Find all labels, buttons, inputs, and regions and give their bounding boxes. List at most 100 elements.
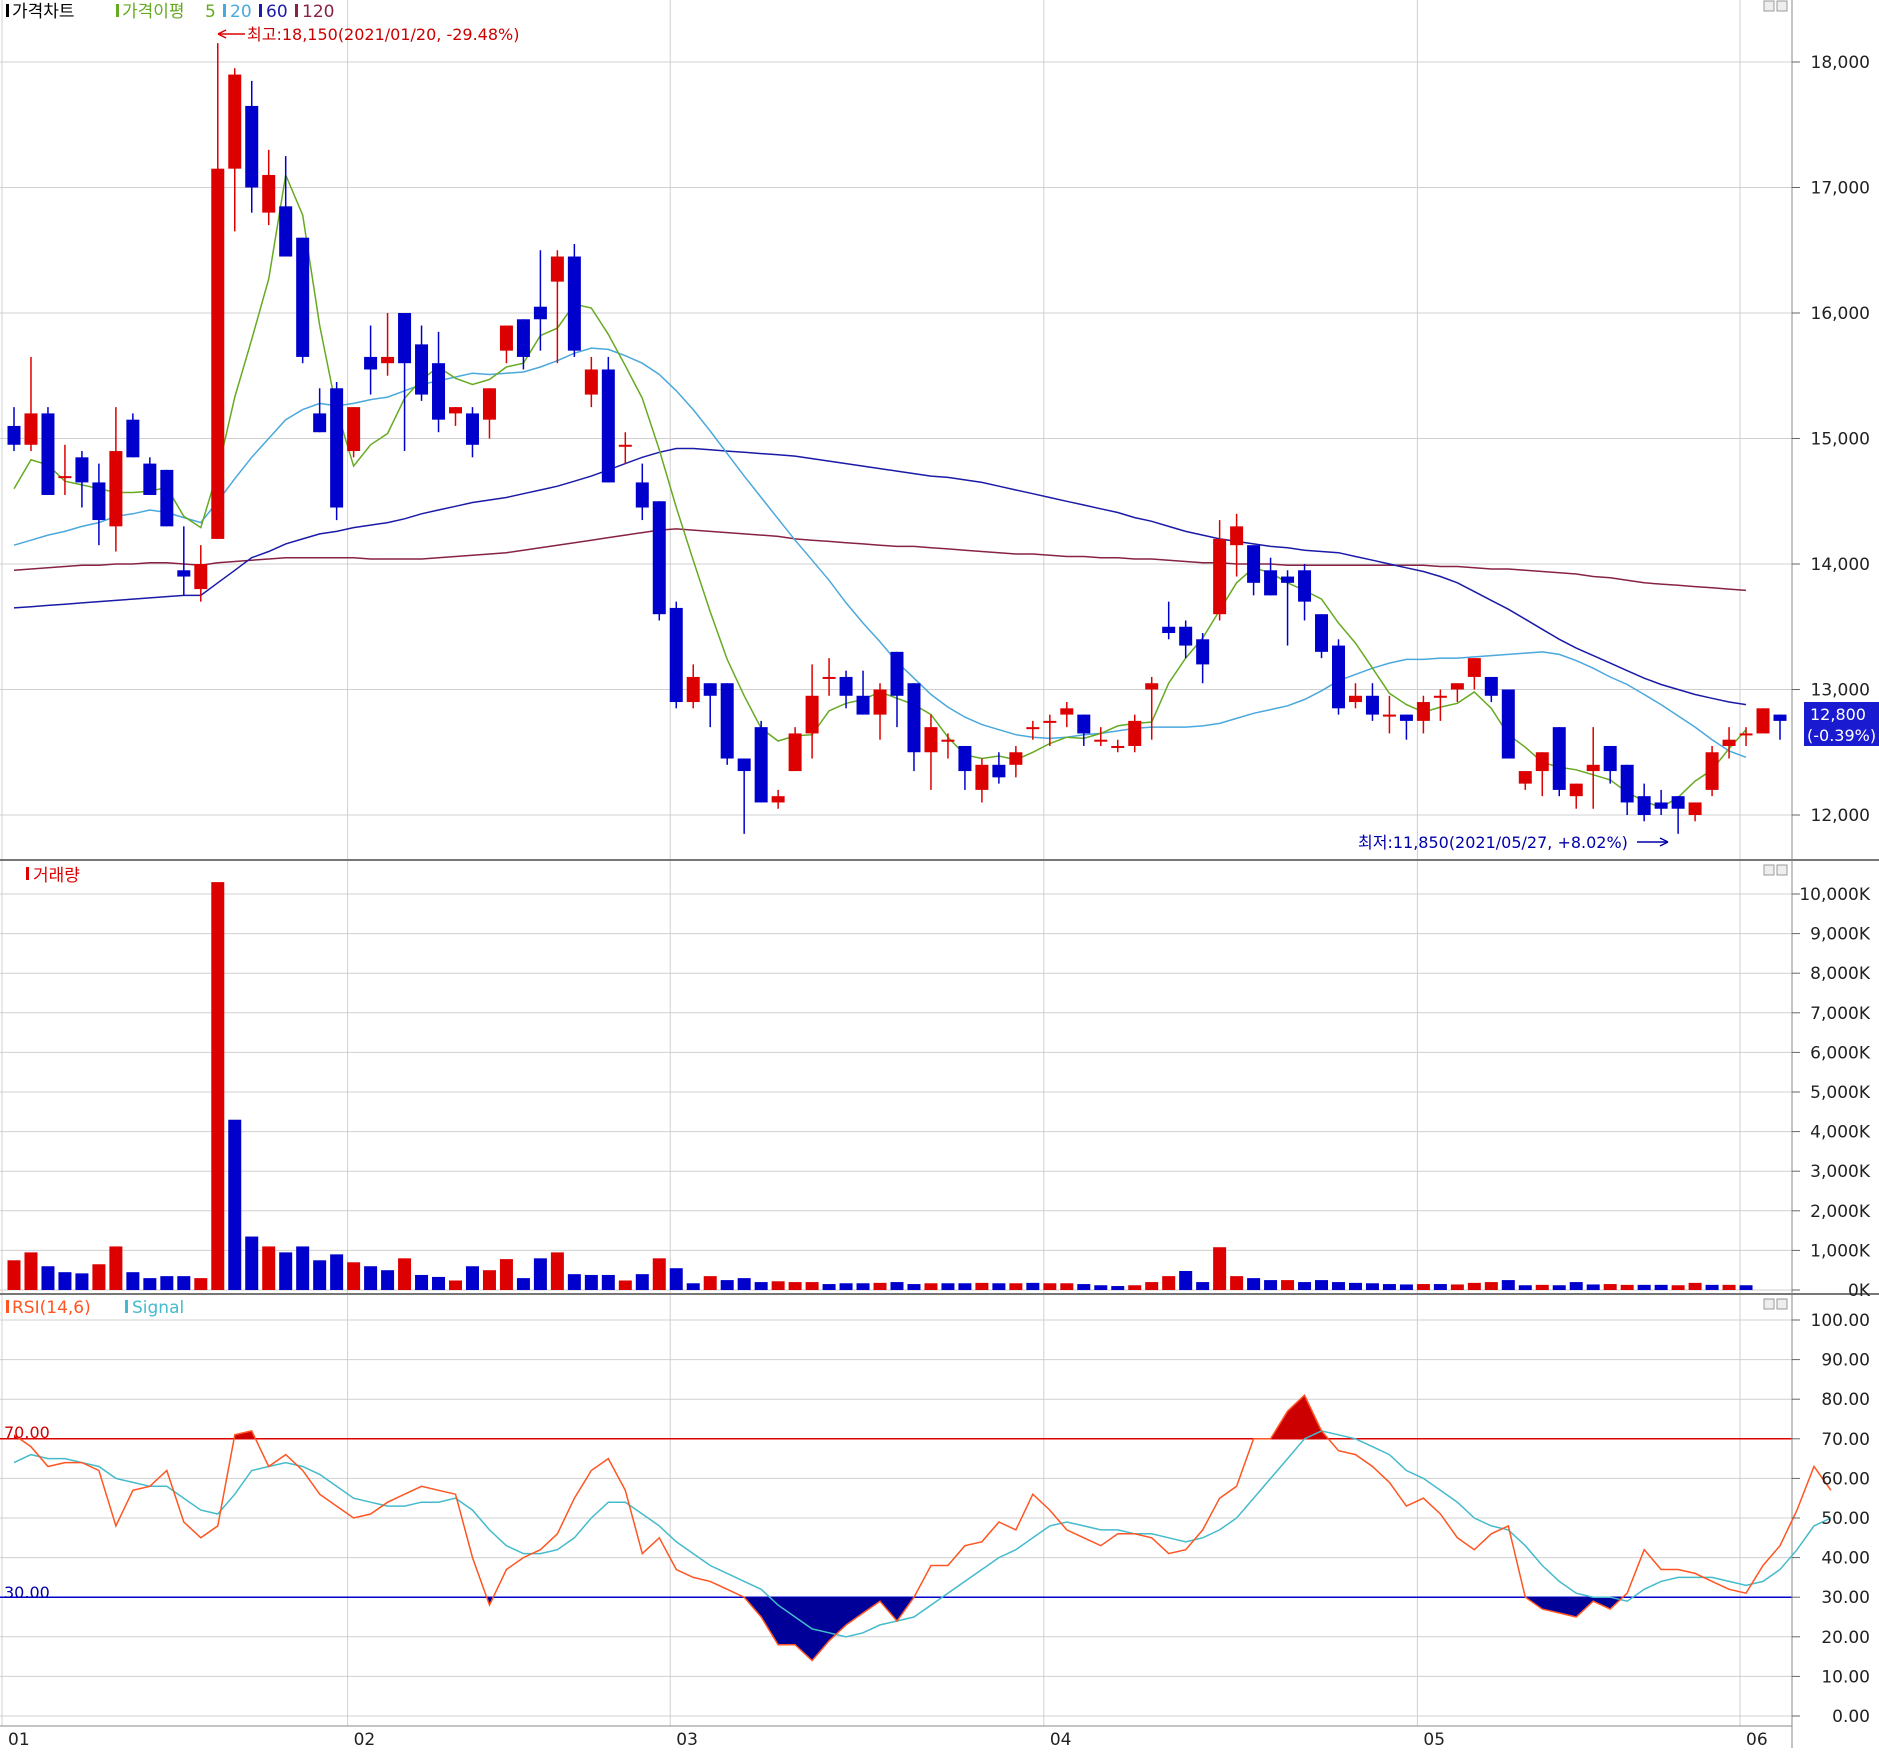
candle[interactable]: [601, 356, 615, 483]
volume-bar[interactable]: [720, 1280, 734, 1290]
volume-bar[interactable]: [24, 1252, 38, 1290]
volume-bar[interactable]: [364, 1266, 378, 1290]
volume-bar[interactable]: [347, 1262, 361, 1290]
volume-bar[interactable]: [160, 1276, 174, 1290]
volume-bar[interactable]: [703, 1276, 717, 1290]
volume-bar[interactable]: [1399, 1284, 1413, 1290]
candle[interactable]: [1756, 708, 1770, 734]
volume-bar[interactable]: [1705, 1284, 1719, 1290]
volume-bar[interactable]: [7, 1260, 21, 1290]
volume-bar[interactable]: [873, 1282, 887, 1290]
volume-bar[interactable]: [1552, 1285, 1566, 1290]
close-icon[interactable]: [1776, 864, 1788, 876]
volume-bar[interactable]: [856, 1283, 870, 1290]
volume-bar[interactable]: [1654, 1284, 1668, 1290]
ma60-label[interactable]: 60: [266, 2, 288, 22]
chart-canvas[interactable]: 18,000 17,000 16,000 15,000 14,000 13,000 12,0…: [0, 0, 1879, 1750]
volume-bar[interactable]: [1365, 1283, 1379, 1290]
volume-bar[interactable]: [737, 1278, 751, 1290]
candle[interactable]: [1501, 689, 1515, 759]
volume-bar[interactable]: [1586, 1284, 1600, 1290]
volume-bar[interactable]: [75, 1273, 89, 1290]
candle[interactable]: [720, 683, 734, 765]
volume-bar[interactable]: [194, 1278, 208, 1290]
volume-bar[interactable]: [1382, 1284, 1396, 1290]
volume-bar[interactable]: [1348, 1282, 1362, 1290]
candle[interactable]: [160, 469, 174, 527]
volume-bar[interactable]: [907, 1284, 921, 1290]
volume-bar[interactable]: [1094, 1285, 1108, 1290]
volume-bar[interactable]: [1077, 1284, 1091, 1290]
volume-bar[interactable]: [1264, 1280, 1278, 1290]
volume-bar[interactable]: [839, 1283, 853, 1290]
volume-bar[interactable]: [652, 1258, 666, 1290]
volume-bar[interactable]: [788, 1282, 802, 1290]
volume-bar[interactable]: [1671, 1285, 1685, 1290]
volume-bar[interactable]: [177, 1276, 191, 1290]
signal-title[interactable]: Signal: [132, 1298, 184, 1318]
close-icon[interactable]: [1776, 0, 1788, 12]
volume-bar[interactable]: [601, 1274, 615, 1290]
candle[interactable]: [788, 727, 802, 772]
volume-bar[interactable]: [109, 1246, 123, 1290]
volume-bar[interactable]: [262, 1246, 276, 1290]
volume-bar[interactable]: [992, 1283, 1006, 1290]
volume-bar[interactable]: [618, 1280, 632, 1290]
volume-bar[interactable]: [533, 1258, 547, 1290]
volume-bar[interactable]: [890, 1282, 904, 1290]
volume-bar[interactable]: [296, 1246, 310, 1290]
volume-bar[interactable]: [754, 1282, 768, 1290]
candle[interactable]: [567, 243, 581, 357]
candle[interactable]: [347, 407, 361, 458]
volume-bar[interactable]: [1620, 1284, 1634, 1290]
volume-bar[interactable]: [415, 1274, 429, 1290]
volume-bar[interactable]: [245, 1236, 259, 1290]
volume-bar[interactable]: [1230, 1276, 1244, 1290]
volume-bar[interactable]: [975, 1282, 989, 1290]
volume-title[interactable]: 거래량: [33, 866, 80, 886]
volume-bar[interactable]: [211, 882, 225, 1290]
volume-bar[interactable]: [669, 1268, 683, 1290]
volume-bar[interactable]: [228, 1119, 242, 1290]
volume-bar[interactable]: [1162, 1276, 1176, 1290]
volume-bar[interactable]: [1009, 1283, 1023, 1290]
candle[interactable]: [652, 501, 666, 621]
volume-bar[interactable]: [1247, 1278, 1261, 1290]
volume-bar[interactable]: [58, 1272, 72, 1290]
volume-bar[interactable]: [1213, 1247, 1227, 1290]
volume-bar[interactable]: [686, 1283, 700, 1290]
volume-bar[interactable]: [1467, 1282, 1481, 1290]
volume-bar[interactable]: [516, 1278, 530, 1290]
volume-bar[interactable]: [279, 1252, 293, 1290]
candle[interactable]: [1332, 639, 1345, 715]
volume-bar[interactable]: [1196, 1282, 1210, 1290]
candle[interactable]: [1552, 727, 1566, 797]
volume-bar[interactable]: [1043, 1283, 1057, 1290]
close-icon[interactable]: [1776, 1298, 1788, 1310]
candle[interactable]: [1705, 745, 1719, 797]
volume-bar[interactable]: [41, 1266, 55, 1290]
volume-bar[interactable]: [1535, 1284, 1549, 1290]
candle[interactable]: [296, 237, 310, 364]
volume-bar[interactable]: [567, 1274, 581, 1290]
volume-bar[interactable]: [1722, 1284, 1736, 1290]
volume-bar[interactable]: [1111, 1286, 1125, 1290]
volume-bar[interactable]: [1688, 1282, 1702, 1290]
volume-bar[interactable]: [805, 1282, 819, 1290]
volume-bar[interactable]: [1603, 1284, 1617, 1290]
volume-bar[interactable]: [482, 1270, 496, 1290]
volume-bar[interactable]: [1433, 1284, 1447, 1290]
ma120-label[interactable]: 120: [302, 2, 334, 22]
volume-bar[interactable]: [1315, 1280, 1329, 1290]
volume-bar[interactable]: [1060, 1283, 1074, 1290]
volume-bar[interactable]: [1026, 1282, 1040, 1290]
volume-bar[interactable]: [449, 1280, 462, 1290]
volume-bar[interactable]: [1416, 1284, 1430, 1290]
volume-bar[interactable]: [958, 1283, 972, 1290]
volume-bar[interactable]: [1179, 1270, 1193, 1290]
volume-bar[interactable]: [330, 1254, 344, 1290]
candle[interactable]: [669, 601, 683, 709]
ma5-label[interactable]: 5: [205, 2, 216, 22]
volume-bar[interactable]: [1569, 1282, 1583, 1290]
rsi-title[interactable]: RSI(14,6): [12, 1298, 91, 1318]
